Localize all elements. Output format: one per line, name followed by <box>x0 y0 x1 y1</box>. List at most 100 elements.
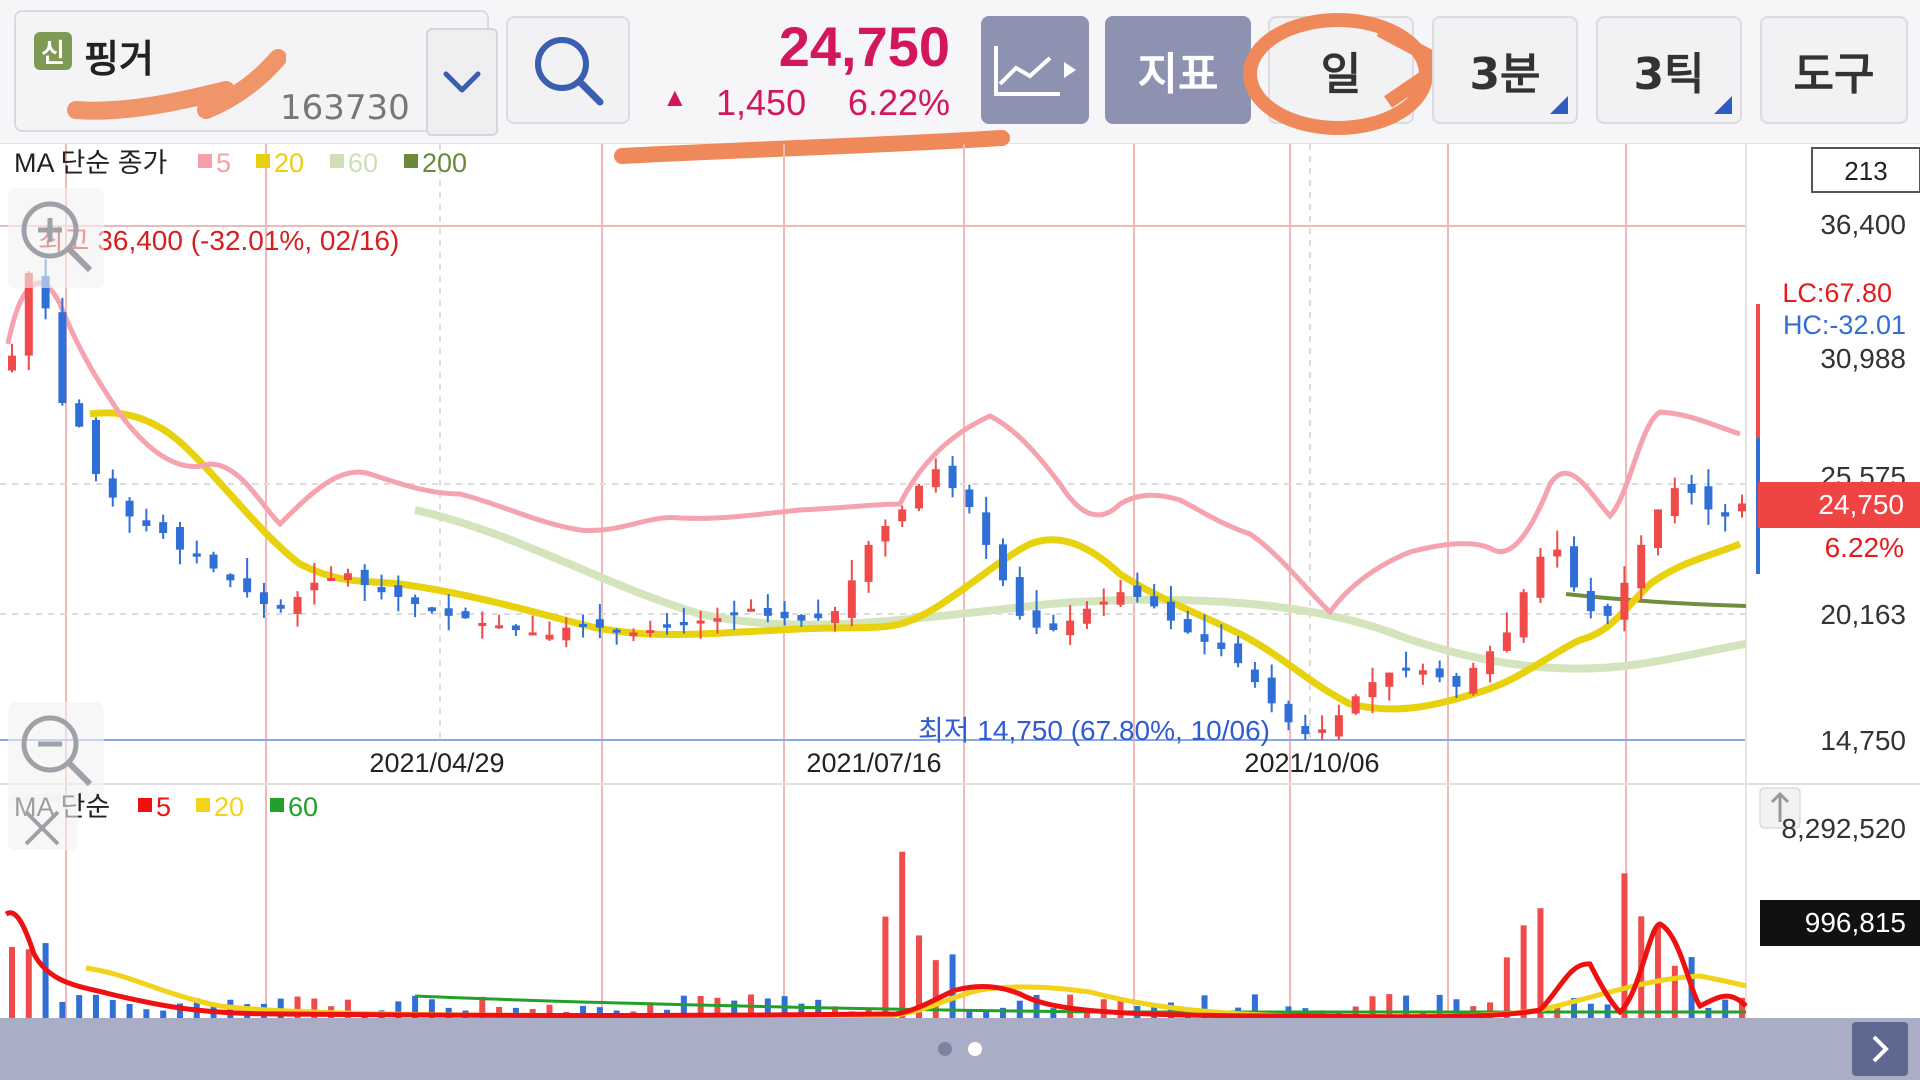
stock-chart-app: 신 핑거 163730 24,750 ▲ 1,450 6.22% 지표 일 3분… <box>0 0 1920 1080</box>
close-volume-button[interactable] <box>8 794 78 850</box>
volume-bar <box>1655 926 1662 1018</box>
price-legend-swatch-200 <box>404 154 418 168</box>
volume-bar <box>949 954 956 1018</box>
candle-body <box>511 625 520 631</box>
3tick-period-button[interactable]: 3틱 <box>1596 16 1742 124</box>
candle-body <box>259 592 268 605</box>
candle-body <box>1586 590 1595 612</box>
volume-bar <box>160 1010 167 1018</box>
candle-body <box>763 607 772 616</box>
candle-body <box>1066 620 1075 636</box>
candle-body <box>931 469 940 488</box>
candle-body <box>1637 544 1646 589</box>
next-page-button[interactable] <box>1852 1022 1908 1076</box>
candle-body <box>1486 651 1495 675</box>
candle-body <box>1334 715 1343 737</box>
candle-body <box>965 489 974 508</box>
candle-body <box>1452 675 1461 687</box>
candle-body <box>1351 696 1360 714</box>
zoom-out-button[interactable] <box>8 702 104 802</box>
3min-period-button[interactable]: 3분 <box>1432 16 1578 124</box>
volume-bar <box>9 946 15 1018</box>
3tick-period-label: 3틱 <box>1633 49 1705 100</box>
candle-body <box>478 622 487 626</box>
corner-triangle-icon <box>1714 96 1732 114</box>
volume-bar <box>25 949 32 1018</box>
candle-body <box>142 520 151 526</box>
candle-body <box>898 509 907 522</box>
price-tick-1: 30,988 <box>1820 343 1906 374</box>
date-axis: 2021/04/29 2021/07/16 2021/10/06 <box>369 748 1379 778</box>
stock-dropdown-button[interactable] <box>426 28 498 136</box>
candle-body <box>730 612 739 616</box>
volume-legend-swatch-5 <box>138 798 152 812</box>
candle-body <box>1082 608 1091 624</box>
current-pct-tag: 6.22% <box>1825 532 1904 563</box>
candle-body <box>1687 484 1696 493</box>
volume-legend-swatch-60 <box>270 798 284 812</box>
volume-legend-swatch-20 <box>196 798 210 812</box>
volume-bar <box>966 1011 973 1018</box>
candle-body <box>1217 642 1226 649</box>
candle-body <box>444 608 453 616</box>
candle-body <box>545 634 554 640</box>
hc-label: HC:-32.01 <box>1783 310 1906 340</box>
candle-body <box>192 553 201 557</box>
candle-body <box>948 465 957 489</box>
volume-bar <box>109 999 116 1018</box>
candlesticks <box>8 259 1746 740</box>
volume-bar <box>42 943 49 1018</box>
horizontal-grid <box>0 144 1920 1018</box>
chevron-down-icon <box>443 71 481 93</box>
volume-bar <box>143 1009 150 1018</box>
candle-body <box>1502 632 1511 651</box>
zoom-in-button[interactable] <box>8 188 104 288</box>
price-change-row: ▲ 1,450 6.22% <box>650 82 950 123</box>
volume-bar <box>59 1001 66 1018</box>
candle-body <box>982 512 991 545</box>
candle-body <box>75 403 84 427</box>
stock-selector[interactable]: 신 핑거 163730 <box>14 10 498 136</box>
candle-body <box>394 585 403 597</box>
page-dot-2[interactable] <box>968 1042 982 1056</box>
line-chart-icon <box>994 46 1076 96</box>
candle-body <box>360 569 369 586</box>
candle-body <box>495 625 504 629</box>
chevron-right-icon <box>1872 1035 1889 1063</box>
price-tick-3: 20,163 <box>1820 599 1906 630</box>
candle-body <box>91 419 100 474</box>
candle-body <box>1738 503 1746 512</box>
candle-body <box>108 478 117 498</box>
price-legend: MA 단순 종가 5 20 60 200 <box>14 148 467 178</box>
volume-max-label: 8,292,520 <box>1781 813 1906 844</box>
tools-button[interactable]: 도구 <box>1760 16 1908 124</box>
volume-bar <box>882 916 889 1018</box>
low-annotation: 최저 14,750 (67.80%, 10/06) <box>918 715 1270 746</box>
volume-bar <box>1621 873 1628 1018</box>
candle-body <box>847 580 856 618</box>
candle-body <box>864 544 873 582</box>
candle-body <box>914 485 923 509</box>
chart-type-button[interactable] <box>981 16 1089 124</box>
pager-bar <box>0 1018 1920 1080</box>
candle-body <box>226 574 235 581</box>
candle-body <box>327 578 336 582</box>
candle-body <box>411 597 420 605</box>
price-legend-label-60: 60 <box>348 148 378 178</box>
candle-body <box>1267 677 1276 704</box>
ma-lines <box>5 280 1747 713</box>
candle-body <box>612 629 621 633</box>
volume-legend-label-5: 5 <box>156 792 171 822</box>
candle-body <box>629 632 638 637</box>
price-volume-chart[interactable]: MA 단순 종가 5 20 60 200 최고 36,400 (-32.01%, 02… <box>0 144 1920 1018</box>
page-dot-1[interactable] <box>938 1042 952 1056</box>
price-legend-swatch-60 <box>330 154 344 168</box>
search-button[interactable] <box>506 16 630 124</box>
date-label-2: 2021/10/06 <box>1244 748 1379 778</box>
candle-body <box>646 630 655 634</box>
candle-body <box>595 619 604 628</box>
price-change: 1,450 <box>716 82 807 123</box>
stock-code: 163730 <box>280 88 410 128</box>
volume-bar <box>1016 1000 1023 1018</box>
candle-body <box>427 607 436 612</box>
